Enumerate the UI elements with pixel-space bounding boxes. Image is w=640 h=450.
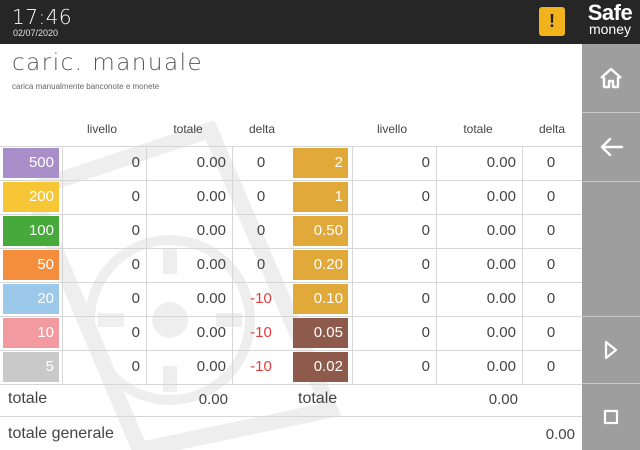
banknotes-total-label: totale — [8, 390, 48, 407]
coin-level-cell: 0 — [421, 324, 430, 341]
coin-total-cell: 0.00 — [486, 358, 516, 375]
banknote-level-cell: 0 — [131, 154, 140, 171]
coin-denomination-button[interactable]: 0.05 — [293, 318, 348, 348]
banknote-denomination-button[interactable]: 5 — [3, 352, 59, 382]
banknote-denomination-button[interactable]: 20 — [3, 284, 59, 314]
coin-total-cell: 0.00 — [486, 188, 516, 205]
clock-time: 17:46 — [12, 5, 73, 29]
play-icon — [604, 340, 618, 360]
coin-level-cell: 0 — [421, 256, 430, 273]
banknote-delta-cell: 0 — [256, 256, 266, 273]
banknote-level-cell: 0 — [131, 222, 140, 239]
banknote-total-cell: 0.00 — [196, 188, 226, 205]
coin-delta-cell: 0 — [546, 358, 556, 375]
brand-subname: money — [588, 21, 632, 37]
coin-total-cell: 0.00 — [486, 154, 516, 171]
coin-delta-cell: 0 — [546, 290, 556, 307]
stop-icon — [603, 409, 619, 425]
coin-level-cell: 0 — [421, 222, 430, 239]
banknote-denomination-button[interactable]: 200 — [3, 182, 59, 212]
coin-denomination-button[interactable]: 0.50 — [293, 216, 348, 246]
coins-total-value: 0.00 — [488, 391, 518, 408]
back-arrow-icon — [600, 137, 624, 157]
brand-logo: Safe money — [583, 2, 637, 37]
grand-total-value: 0.00 — [545, 426, 575, 443]
coin-total-cell: 0.00 — [486, 290, 516, 307]
alert-icon[interactable]: ! — [539, 7, 565, 36]
coin-level-cell: 0 — [421, 290, 430, 307]
header-banknote-delta: delta — [248, 122, 276, 136]
coin-total-cell: 0.00 — [486, 324, 516, 341]
home-icon — [600, 67, 622, 89]
banknote-delta-cell: 0 — [256, 188, 266, 205]
side-empty-slot — [582, 182, 640, 316]
coin-denomination-button[interactable]: 2 — [293, 148, 348, 178]
coin-delta-cell: 0 — [546, 222, 556, 239]
banknote-delta-cell: -10 — [250, 324, 272, 341]
side-panel — [582, 44, 640, 450]
grand-total-label: totale generale — [8, 425, 114, 442]
stop-button[interactable] — [582, 384, 640, 450]
page-title: caric. manuale — [12, 50, 204, 76]
coins-total-label: totale — [298, 390, 338, 407]
home-button[interactable] — [582, 44, 640, 112]
coin-denomination-button[interactable]: 0.10 — [293, 284, 348, 314]
banknote-total-cell: 0.00 — [196, 222, 226, 239]
banknote-delta-cell: -10 — [250, 290, 272, 307]
coin-denomination-button[interactable]: 1 — [293, 182, 348, 212]
coin-delta-cell: 0 — [546, 256, 556, 273]
header-coin-total: totale — [463, 122, 493, 136]
coin-delta-cell: 0 — [546, 324, 556, 341]
banknote-delta-cell: 0 — [256, 222, 266, 239]
banknote-delta-cell: 0 — [256, 154, 266, 171]
coin-denomination-button[interactable]: 0.02 — [293, 352, 348, 382]
header-banknote-level: livello — [86, 122, 117, 136]
coin-denomination-button[interactable]: 0.20 — [293, 250, 348, 280]
header-banknote-total: totale — [173, 122, 203, 136]
table-row-divider — [0, 384, 582, 385]
banknote-total-cell: 0.00 — [196, 256, 226, 273]
totals-divider — [0, 416, 582, 417]
banknote-denomination-button[interactable]: 50 — [3, 250, 59, 280]
coin-total-cell: 0.00 — [486, 222, 516, 239]
banknote-level-cell: 0 — [131, 256, 140, 273]
banknote-denomination-button[interactable]: 100 — [3, 216, 59, 246]
play-button[interactable] — [582, 317, 640, 383]
coin-delta-cell: 0 — [546, 188, 556, 205]
coin-total-cell: 0.00 — [486, 256, 516, 273]
coin-delta-cell: 0 — [546, 154, 556, 171]
coin-level-cell: 0 — [421, 358, 430, 375]
coin-level-cell: 0 — [421, 188, 430, 205]
page-subtitle: carica manualmente banconote e monete — [12, 82, 160, 91]
header-coin-level: livello — [376, 122, 407, 136]
banknote-total-cell: 0.00 — [196, 358, 226, 375]
banknote-delta-cell: -10 — [250, 358, 272, 375]
back-button[interactable] — [582, 113, 640, 181]
banknote-denomination-button[interactable]: 500 — [3, 148, 59, 178]
status-bar: 17:46 02/07/2020 ! Safe money — [0, 0, 640, 44]
banknotes-total-value: 0.00 — [198, 391, 228, 408]
banknote-total-cell: 0.00 — [196, 154, 226, 171]
banknote-level-cell: 0 — [131, 358, 140, 375]
coin-level-cell: 0 — [421, 154, 430, 171]
clock-date: 02/07/2020 — [13, 28, 59, 38]
header-coin-delta: delta — [538, 122, 566, 136]
banknote-total-cell: 0.00 — [196, 324, 226, 341]
banknote-denomination-button[interactable]: 10 — [3, 318, 59, 348]
banknote-level-cell: 0 — [131, 188, 140, 205]
banknote-level-cell: 0 — [131, 290, 140, 307]
banknote-total-cell: 0.00 — [196, 290, 226, 307]
banknote-level-cell: 0 — [131, 324, 140, 341]
